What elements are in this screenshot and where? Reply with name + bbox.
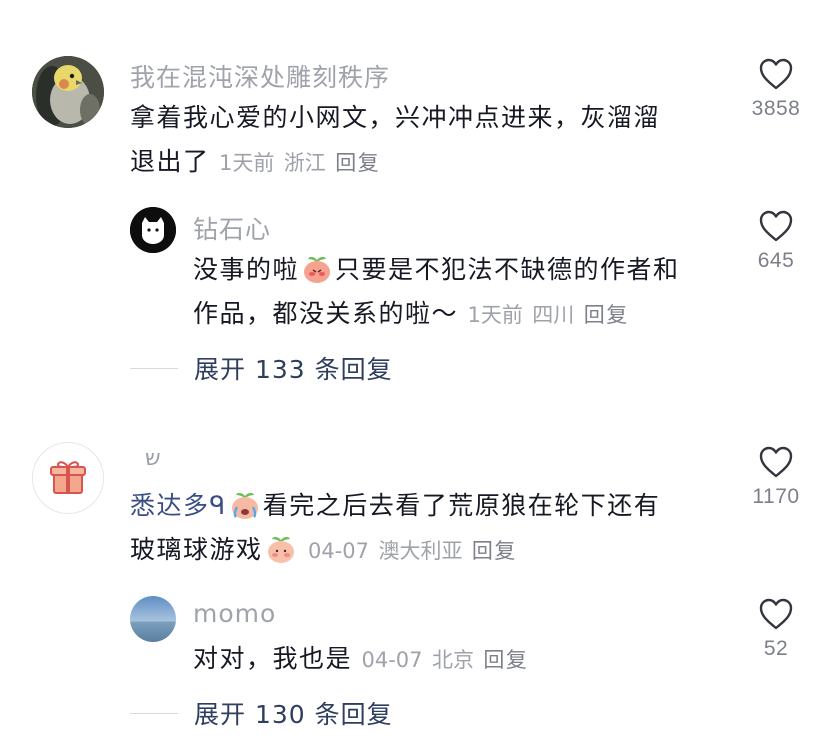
heart-outline-icon	[759, 598, 793, 630]
comment-username[interactable]: 我在混沌深处雕刻秩序	[130, 58, 390, 94]
like-button[interactable]: 645	[731, 209, 821, 273]
comment-text-end: 玻璃球游戏	[130, 535, 263, 564]
reply-time: 1天前	[467, 303, 523, 327]
reply-button[interactable]: 回复	[584, 303, 629, 327]
expand-replies-button[interactable]: 展开 133 条回复	[130, 350, 393, 386]
reply-button[interactable]: 回复	[483, 648, 528, 672]
reply-text-part: 只要是不犯法不缺德的作者和	[335, 255, 680, 284]
heart-outline-icon	[759, 210, 793, 242]
reply-button[interactable]: 回复	[472, 539, 517, 563]
like-count: 645	[757, 249, 795, 272]
reply-text-line: 没事的啦 只要是不犯法不缺德的作者和	[193, 248, 680, 292]
reply-text-part: 没事的啦	[193, 255, 300, 284]
smiling-peach-emoji-icon	[267, 536, 294, 563]
reply-location: 北京	[431, 648, 474, 672]
divider	[130, 712, 178, 714]
reply-time: 04-07	[361, 648, 423, 672]
like-button[interactable]: 1170	[731, 445, 821, 509]
comment-text-line: 退出了 1天前 浙江 回复	[130, 140, 380, 185]
reply-location: 四川	[532, 303, 575, 327]
comment-text-part: 看完之后去看了荒原狼在轮下还有	[262, 491, 661, 520]
mention-link[interactable]: 悉达多ᑫ	[130, 491, 227, 520]
reply-username[interactable]: momo	[193, 599, 276, 628]
reply-text-line: 作品，都没关系的啦～ 1天前 四川 回复	[193, 292, 629, 337]
comment-username[interactable]: ש	[145, 446, 162, 471]
crying-peach-emoji-icon	[231, 492, 258, 519]
gift-icon	[50, 461, 86, 494]
peach-emoji-icon	[304, 256, 331, 283]
like-count: 1170	[752, 485, 800, 508]
like-count: 52	[763, 637, 789, 660]
comment-time: 1天前	[218, 151, 275, 175]
comment-text-line: 拿着我心爱的小网文，兴冲冲点进来，灰溜溜	[130, 103, 661, 132]
expand-replies-label: 展开 130 条回复	[194, 700, 393, 729]
heart-outline-icon	[759, 58, 793, 90]
expand-replies-label: 展开 133 条回复	[194, 355, 393, 384]
reply-text-line: 对对，我也是 04-07 北京 回复	[193, 637, 528, 682]
comment-location: 浙江	[283, 151, 326, 175]
avatar[interactable]	[130, 596, 176, 642]
seascape-avatar-icon	[130, 596, 176, 642]
avatar[interactable]	[130, 207, 176, 253]
comment-time: 04-07	[307, 539, 369, 563]
avatar[interactable]	[32, 56, 104, 128]
heart-outline-icon	[759, 446, 793, 478]
cockatiel-avatar-icon	[32, 56, 104, 128]
expand-replies-button[interactable]: 展开 130 条回复	[130, 695, 393, 731]
comment-text-line: 悉达多ᑫ 看完之后去看了荒原狼在轮下还有	[130, 484, 660, 528]
reply-text-end: 作品，都没关系的啦～	[193, 299, 459, 328]
divider	[130, 367, 178, 369]
comment-location: 澳大利亚	[378, 539, 463, 563]
comment-text-end: 退出了	[130, 147, 210, 176]
reply-username[interactable]: 钻石心	[193, 210, 271, 246]
like-button[interactable]: 52	[731, 597, 821, 661]
reply-text: 对对，我也是	[193, 644, 353, 673]
like-button[interactable]: 3858	[731, 57, 821, 121]
like-count: 3858	[751, 97, 801, 120]
cat-avatar-icon	[130, 207, 176, 253]
comment-text-line: 玻璃球游戏 04-07 澳大利亚 回复	[130, 528, 517, 573]
reply-button[interactable]: 回复	[335, 151, 380, 175]
avatar[interactable]	[32, 442, 104, 514]
